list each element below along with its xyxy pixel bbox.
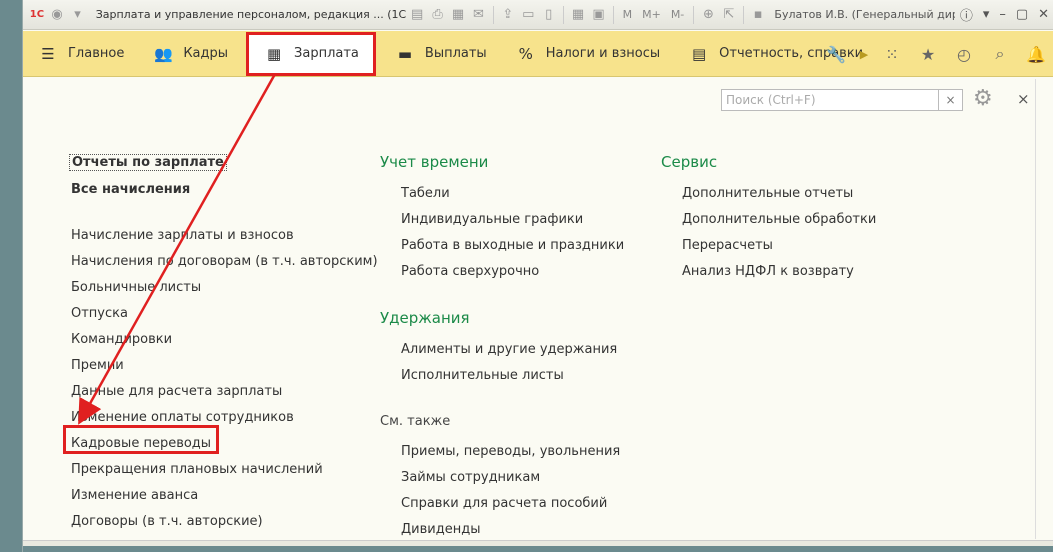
app-window: 1С ◉ ▾ Зарплата и управление персоналом,… [22, 0, 1053, 552]
annotation-arrow [78, 73, 277, 425]
